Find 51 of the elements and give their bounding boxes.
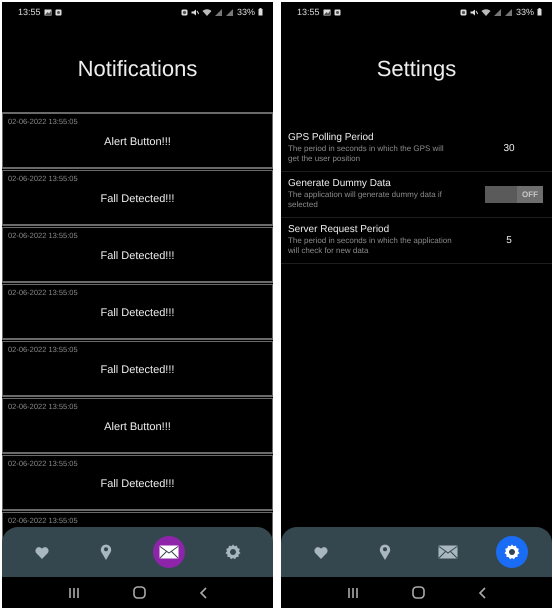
back-icon bbox=[478, 586, 486, 598]
setting-title: Generate Dummy Data bbox=[288, 178, 391, 189]
setting-value[interactable]: 5 bbox=[506, 234, 512, 246]
app-notification-icon bbox=[54, 8, 62, 16]
screen-title: Settings bbox=[376, 56, 458, 83]
battery-icon bbox=[258, 8, 263, 16]
settings-icon bbox=[504, 544, 520, 560]
location-pin-icon bbox=[378, 544, 391, 560]
envelope-tab[interactable] bbox=[153, 536, 186, 568]
notification-message: Alert Button!!! bbox=[104, 421, 171, 433]
heart-icon bbox=[314, 546, 328, 558]
recent-apps-icon bbox=[347, 586, 360, 598]
envelope-icon bbox=[159, 545, 180, 559]
notification-message: Fall Detected!!! bbox=[100, 307, 174, 319]
envelope-icon bbox=[438, 545, 458, 559]
notification-message: Fall Detected!!! bbox=[100, 193, 174, 205]
mute-icon bbox=[190, 8, 199, 16]
screen-title: Notifications bbox=[76, 56, 198, 83]
app-notification-icon bbox=[334, 8, 341, 16]
mute-icon bbox=[470, 8, 478, 16]
alarm-icon bbox=[460, 8, 467, 16]
notification-message: Alert Button!!! bbox=[104, 136, 171, 148]
status-time: 13:55 bbox=[18, 7, 41, 17]
alarm-icon bbox=[180, 8, 188, 16]
home-icon bbox=[132, 586, 146, 599]
battery-percentage: 33% bbox=[516, 7, 534, 17]
home-button[interactable] bbox=[410, 584, 427, 601]
battery-percentage: 33% bbox=[236, 7, 255, 17]
wifi-icon bbox=[480, 8, 491, 16]
image-icon bbox=[44, 8, 52, 16]
setting-description: The application will generate dummy data if selected bbox=[288, 190, 443, 210]
setting-description: The period in seconds in which the GPS will get the user position bbox=[288, 144, 445, 164]
heart-icon bbox=[34, 546, 49, 558]
status-time: 13:55 bbox=[297, 7, 320, 17]
image-icon bbox=[322, 8, 331, 16]
location-pin-icon bbox=[100, 544, 112, 560]
setting-title: GPS Polling Period bbox=[288, 132, 374, 143]
settings-icon bbox=[225, 544, 242, 560]
notification-message: Fall Detected!!! bbox=[100, 250, 174, 262]
setting-title: Server Request Period bbox=[288, 224, 390, 235]
home-icon bbox=[412, 586, 425, 599]
notification-message: Fall Detected!!! bbox=[100, 364, 174, 376]
back-icon bbox=[198, 586, 207, 598]
battery-icon bbox=[537, 8, 542, 16]
settings-tab[interactable] bbox=[496, 536, 528, 568]
setting-description: The period in seconds in which the application will check for new data bbox=[288, 236, 453, 256]
recent-apps-icon bbox=[68, 586, 80, 598]
setting-value[interactable]: 30 bbox=[503, 142, 515, 154]
notification-message: Fall Detected!!! bbox=[100, 478, 174, 490]
home-button[interactable] bbox=[130, 584, 148, 601]
wifi-icon bbox=[202, 8, 212, 16]
